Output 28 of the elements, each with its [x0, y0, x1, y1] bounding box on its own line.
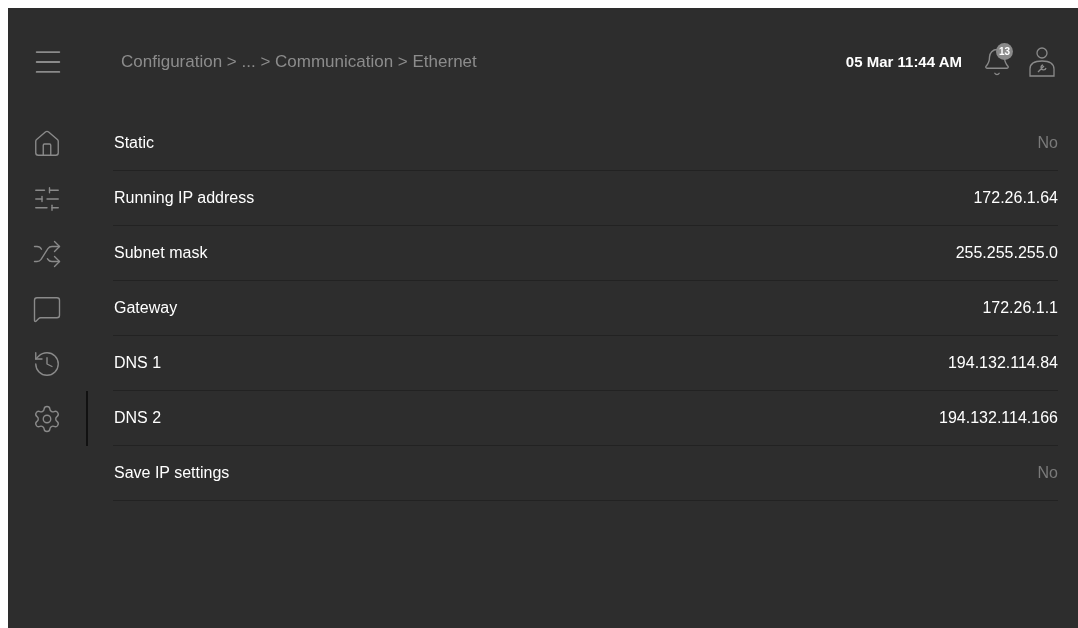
- setting-row[interactable]: Subnet mask 255.255.255.0: [113, 226, 1058, 281]
- setting-value: 255.255.255.0: [955, 243, 1058, 263]
- user-wrench-icon: [1028, 47, 1056, 77]
- setting-label: Gateway: [114, 298, 178, 318]
- breadcrumb: Configuration > ... > Communication > Ethernet: [121, 51, 477, 74]
- shuffle-icon: [32, 238, 62, 269]
- setting-row[interactable]: Running IP address 172.26.1.64: [113, 171, 1058, 226]
- setting-row[interactable]: Gateway 172.26.1.1: [113, 281, 1058, 336]
- setting-label: Static: [114, 133, 154, 153]
- setting-label: DNS 1: [114, 353, 162, 373]
- home-icon: [32, 128, 62, 159]
- setting-row[interactable]: DNS 2 194.132.114.166: [113, 391, 1058, 446]
- notification-badge: 13: [996, 43, 1013, 60]
- setting-value: 172.26.1.64: [973, 188, 1058, 208]
- setting-label: DNS 2: [114, 408, 162, 428]
- date-time: 05 Mar 11:44 AM: [845, 51, 962, 72]
- setting-label: Save IP settings: [114, 463, 230, 483]
- setting-value: 194.132.114.166: [939, 408, 1058, 428]
- setting-row[interactable]: DNS 1 194.132.114.84: [113, 336, 1058, 391]
- setting-label: Subnet mask: [114, 243, 208, 263]
- user-button[interactable]: [1028, 47, 1056, 77]
- setting-value: No: [1037, 133, 1058, 153]
- setting-value: No: [1037, 463, 1058, 483]
- settings-icon: [32, 403, 62, 434]
- setting-label: Running IP address: [114, 188, 255, 208]
- setting-value: 194.132.114.84: [947, 353, 1058, 373]
- bell-icon: [982, 47, 1012, 77]
- setting-value: 172.26.1.1: [982, 298, 1058, 318]
